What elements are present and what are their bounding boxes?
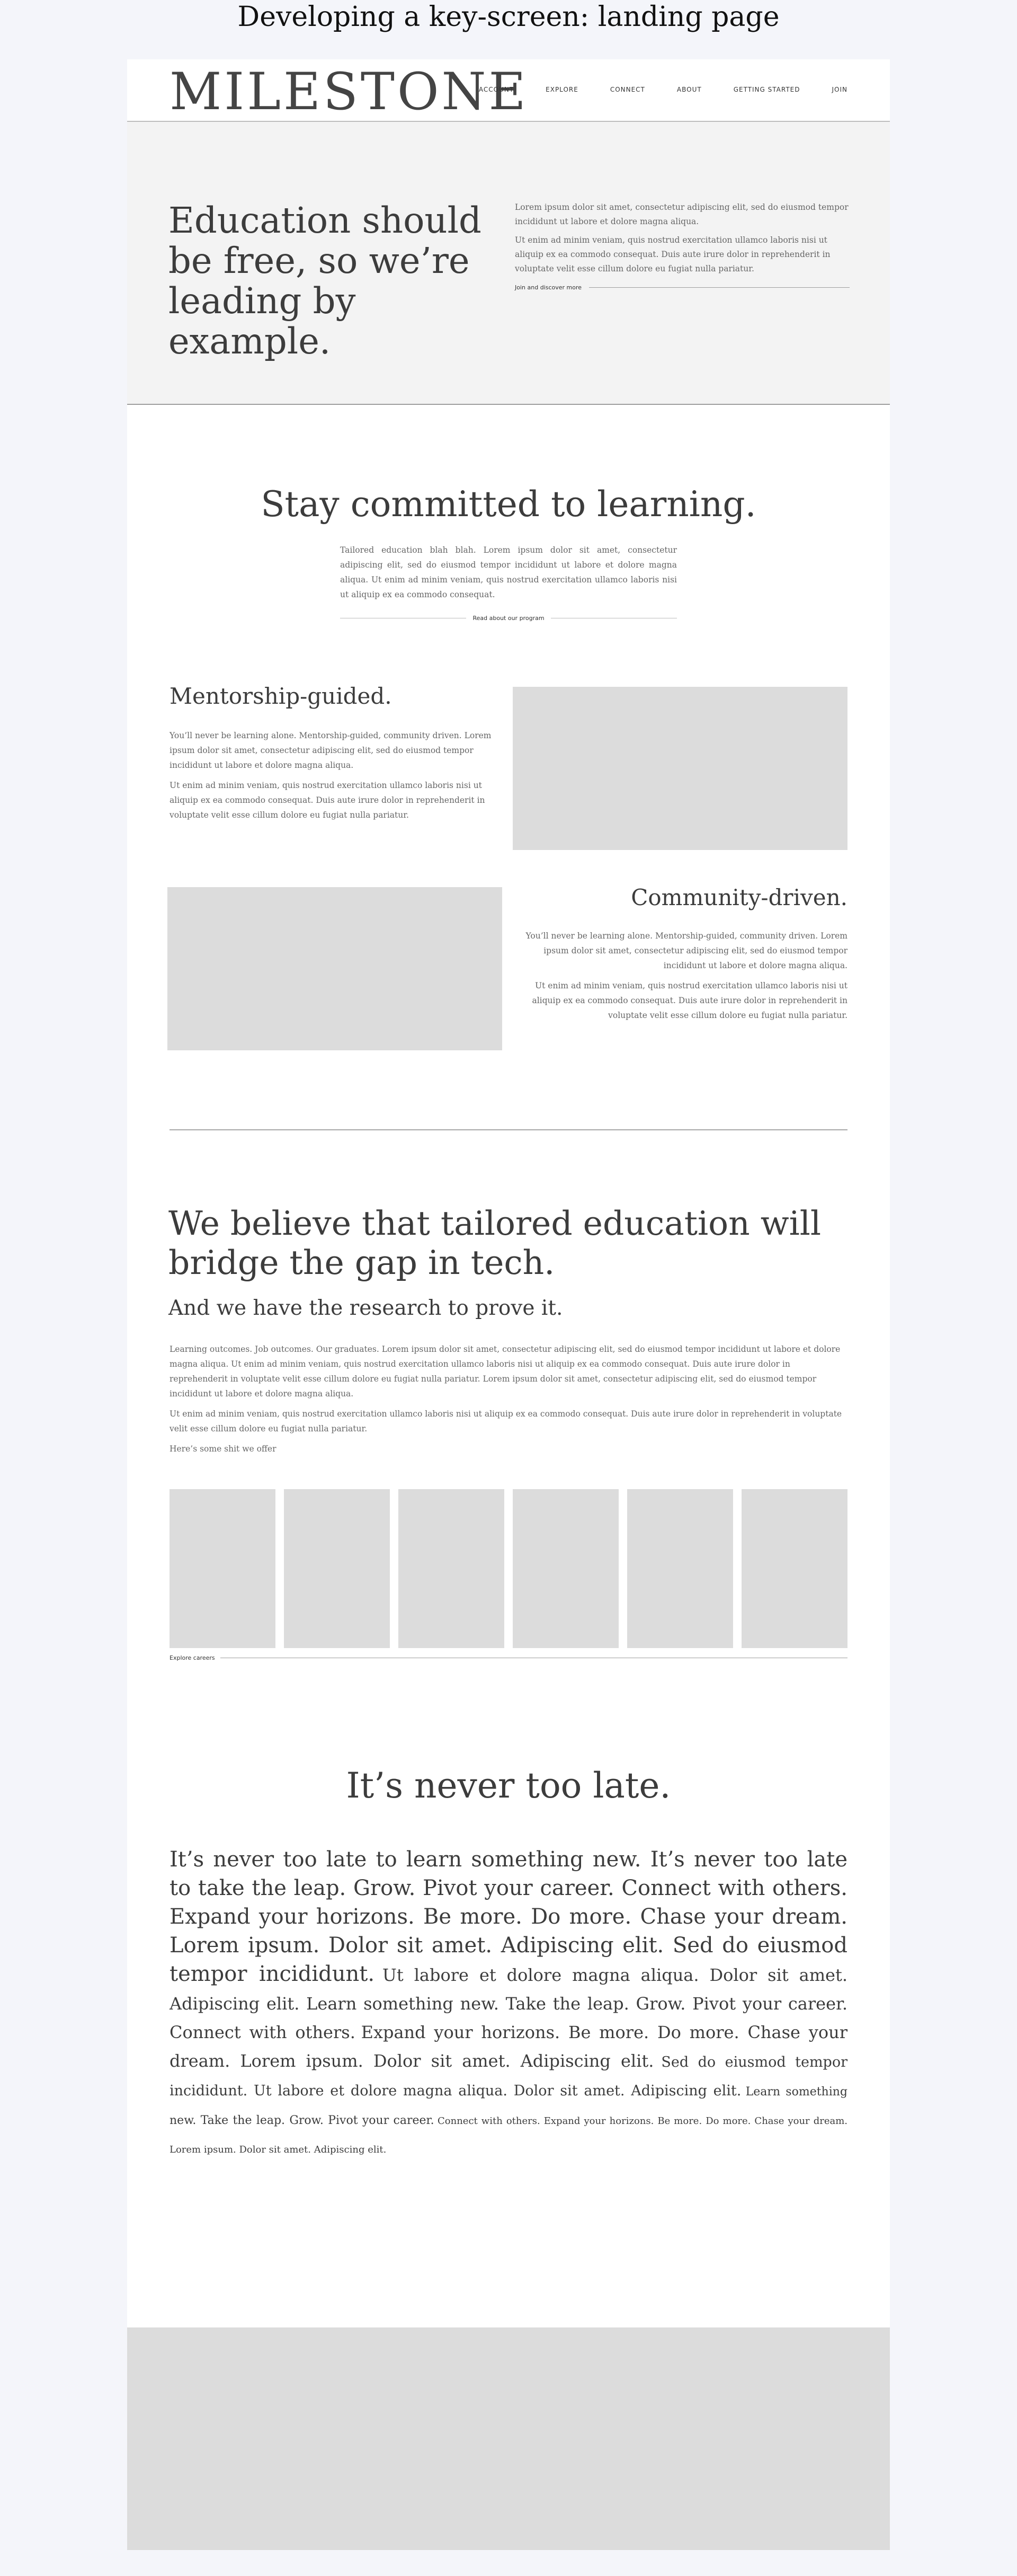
- mentorship-image-placeholder: [513, 687, 848, 850]
- community-title: Community-driven.: [631, 884, 848, 910]
- page-heading: Developing a key-screen: landing page: [237, 1, 780, 33]
- late-title: It’s never too late.: [346, 1765, 671, 1806]
- believe-title: We believe that tailored education will …: [168, 1204, 822, 1282]
- nav-item-join[interactable]: JOIN: [832, 86, 848, 93]
- commit-title: Stay committed to learning.: [261, 484, 756, 525]
- nav-item-getting-started[interactable]: GETTING STARTED: [734, 86, 800, 93]
- mentorship-paragraph: You’ll never be learning alone. Mentorsh…: [170, 731, 492, 770]
- program-link[interactable]: Read about our program: [340, 615, 677, 622]
- offer-card[interactable]: [742, 1489, 848, 1648]
- offer-card[interactable]: [627, 1489, 733, 1648]
- hero-section: Education should be free, so we’re leadi…: [127, 122, 890, 405]
- believe-paragraph: Ut enim ad minim veniam, quis nostrud ex…: [170, 1409, 842, 1433]
- nav-item-account[interactable]: ACCOUNT: [479, 86, 514, 93]
- hero-paragraph: Lorem ipsum dolor sit amet, consectetur …: [515, 202, 849, 226]
- site-header: MILESTONE ACCOUNT EXPLORE CONNECT ABOUT …: [127, 59, 890, 122]
- community-paragraph: You’ll never be learning alone. Mentorsh…: [525, 931, 848, 970]
- hero-copy: Lorem ipsum dolor sit amet, consectetur …: [515, 200, 850, 295]
- offer-caption: Here’s some shit we offer: [170, 1444, 276, 1454]
- offer-card[interactable]: [398, 1489, 504, 1648]
- link-rule: [589, 287, 850, 288]
- commit-copy: Tailored education blah blah. Lorem ipsu…: [340, 545, 677, 599]
- careers-link-label: Explore careers: [170, 1654, 215, 1661]
- careers-link[interactable]: Explore careers: [170, 1654, 848, 1661]
- believe-paragraph: Learning outcomes. Job outcomes. Our gra…: [170, 1344, 841, 1398]
- landing-page-mockup: MILESTONE ACCOUNT EXPLORE CONNECT ABOUT …: [127, 59, 890, 2550]
- join-link-label: Join and discover more: [515, 284, 582, 291]
- mentorship-title: Mentorship-guided.: [170, 683, 392, 709]
- believe-subtitle: And we have the research to prove it.: [168, 1296, 563, 1320]
- nav-item-explore[interactable]: EXPLORE: [546, 86, 578, 93]
- nav-item-connect[interactable]: CONNECT: [610, 86, 645, 93]
- mentorship-paragraph: Ut enim ad minim veniam, quis nostrud ex…: [170, 781, 485, 820]
- program-link-label: Read about our program: [472, 615, 545, 622]
- hero-paragraph: Ut enim ad minim veniam, quis nostrud ex…: [515, 235, 831, 273]
- offer-card[interactable]: [513, 1489, 619, 1648]
- community-copy: You’ll never be learning alone. Mentorsh…: [508, 928, 848, 1028]
- hero-title: Education should be free, so we’re leadi…: [168, 200, 481, 362]
- believe-copy: Learning outcomes. Job outcomes. Our gra…: [170, 1342, 848, 1462]
- late-copy: It’s never too late to learn something n…: [170, 1845, 848, 2164]
- main-nav: ACCOUNT EXPLORE CONNECT ABOUT GETTING ST…: [479, 86, 848, 93]
- section-divider: [170, 1129, 848, 1130]
- offer-card[interactable]: [284, 1489, 390, 1648]
- nav-item-about[interactable]: ABOUT: [677, 86, 702, 93]
- join-link[interactable]: Join and discover more: [515, 280, 850, 295]
- mentorship-copy: You’ll never be learning alone. Mentorsh…: [170, 728, 508, 828]
- footer-placeholder: [127, 2327, 890, 2550]
- logo[interactable]: MILESTONE: [170, 63, 529, 121]
- community-image-placeholder: [167, 887, 502, 1050]
- offer-card[interactable]: [170, 1489, 275, 1648]
- offer-cards: [170, 1489, 848, 1648]
- community-paragraph: Ut enim ad minim veniam, quis nostrud ex…: [532, 981, 848, 1020]
